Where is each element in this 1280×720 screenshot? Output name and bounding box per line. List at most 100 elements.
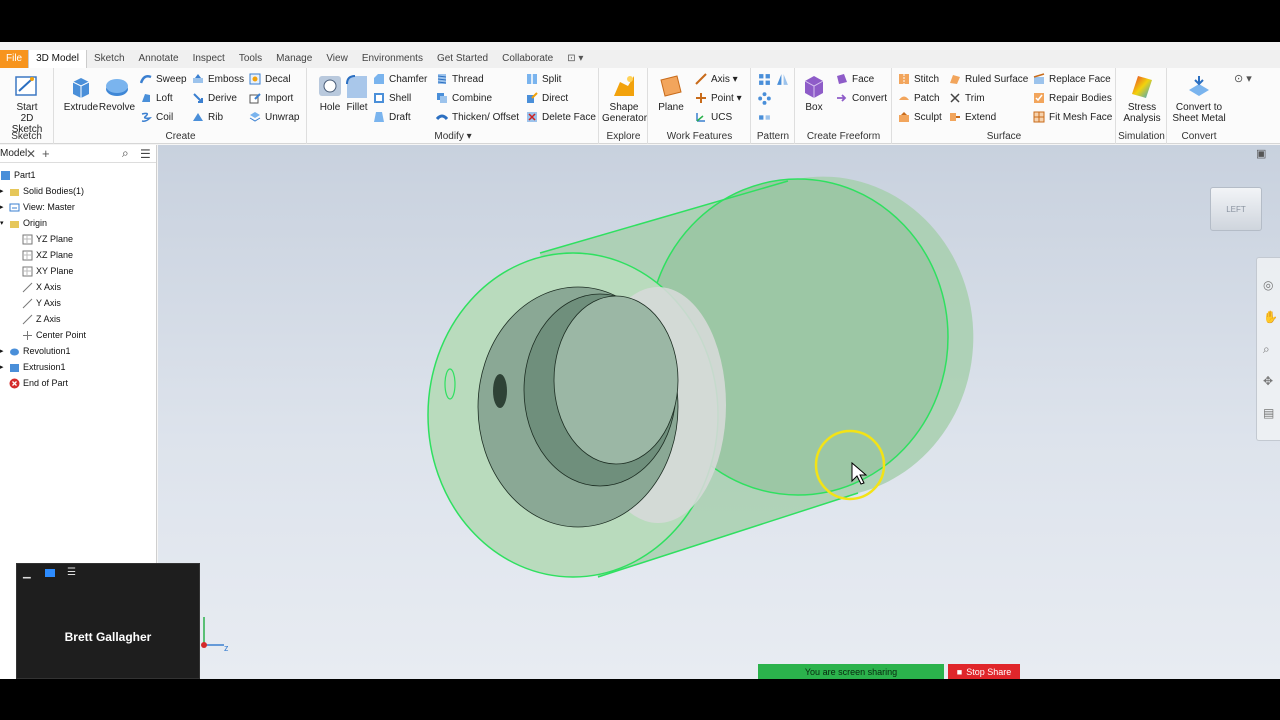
thicken-offset-button[interactable]: Thicken/ Offset — [436, 109, 519, 125]
add-tab-icon[interactable]: + — [42, 146, 50, 161]
tree-item-view-master[interactable]: ▸ View: Master — [0, 199, 75, 215]
trim-button[interactable]: Trim — [949, 90, 985, 106]
unwrap-button[interactable]: Unwrap — [249, 109, 299, 125]
ribbon-options-icon[interactable]: ⊡ ▾ — [560, 50, 590, 68]
tab-view[interactable]: View — [319, 50, 355, 68]
revolve-button[interactable]: Revolve — [95, 72, 139, 113]
tree-item-extrusion1[interactable]: ▸ Extrusion1 — [0, 359, 66, 375]
face-button[interactable]: Face — [836, 71, 874, 87]
tree-item-revolution1[interactable]: ▸ Revolution1 — [0, 343, 71, 359]
point-button[interactable]: Point ▾ — [695, 90, 742, 106]
tree-item-x-axis[interactable]: X Axis — [22, 279, 61, 295]
3d-model-view[interactable]: z — [158, 145, 1280, 679]
convert-to-sheet-metal-button[interactable]: Convert to Sheet Metal — [1171, 72, 1227, 124]
close-icon[interactable]: ✕ — [26, 147, 36, 161]
split-button[interactable]: Split — [526, 71, 561, 87]
steering-wheel-icon[interactable]: ◎ — [1263, 278, 1273, 292]
tree-item-center-point[interactable]: Center Point — [22, 327, 86, 343]
convert-button[interactable]: Convert — [836, 90, 887, 106]
stress-analysis-button[interactable]: Stress Analysis — [1120, 72, 1164, 124]
radial-hole[interactable] — [493, 374, 507, 408]
fit-mesh-face-button[interactable]: Fit Mesh Face — [1033, 109, 1112, 125]
draft-button[interactable]: Draft — [373, 109, 411, 125]
derive-button[interactable]: Derive — [192, 90, 237, 106]
search-icon[interactable]: ⌕ — [122, 146, 129, 161]
orbit-icon[interactable]: ✥ — [1263, 374, 1273, 388]
shape-generator-button[interactable]: Shape Generator — [602, 72, 647, 124]
decal-button[interactable]: Decal — [249, 71, 291, 87]
tree-item-xy-plane[interactable]: XY Plane — [22, 263, 73, 279]
ucs-button[interactable]: UCS — [695, 109, 732, 125]
tab-manage[interactable]: Manage — [269, 50, 319, 68]
expand-icon[interactable]: ▸ — [0, 347, 9, 355]
sculpt-button[interactable]: Sculpt — [898, 109, 942, 125]
coil-button[interactable]: Coil — [140, 109, 173, 125]
tab-collaborate[interactable]: Collaborate — [495, 50, 560, 68]
sketch-pattern-icon[interactable] — [758, 111, 771, 124]
shell-button[interactable]: Shell — [373, 90, 411, 106]
tree-item-yz-plane[interactable]: YZ Plane — [22, 231, 73, 247]
tree-item-y-axis[interactable]: Y Axis — [22, 295, 61, 311]
rectangular-pattern-icon[interactable] — [758, 73, 771, 86]
graphics-viewport[interactable]: z LEFT ▣ ◎ ✋ ⌕ ✥ ▤ — [158, 145, 1280, 679]
viewport-maximize-icon[interactable]: ▣ — [1256, 147, 1266, 160]
pan-icon[interactable]: ✋ — [1263, 310, 1278, 324]
tree-item-part1[interactable]: Part1 — [0, 167, 36, 183]
thread-button[interactable]: Thread — [436, 71, 484, 87]
loft-button[interactable]: Loft — [140, 90, 173, 106]
import-button[interactable]: Import — [249, 90, 293, 106]
expand-icon[interactable]: ▸ — [0, 203, 9, 211]
tab-environments[interactable]: Environments — [355, 50, 430, 68]
tree-item-end-of-part[interactable]: End of Part — [9, 375, 68, 391]
menu-icon[interactable]: ☰ — [140, 147, 151, 161]
delete-face-button[interactable]: Delete Face — [526, 109, 596, 125]
zoom-icon[interactable]: ⌕ — [1263, 342, 1270, 357]
patch-button[interactable]: Patch — [898, 90, 940, 106]
repair-bodies-button[interactable]: Repair Bodies — [1033, 90, 1112, 106]
sweep-button[interactable]: Sweep — [140, 71, 187, 87]
tree-item-origin[interactable]: ▾ Origin — [0, 215, 47, 231]
bore-inner[interactable] — [553, 295, 679, 465]
tab-annotate[interactable]: Annotate — [132, 50, 186, 68]
gallery-view-icon[interactable]: ☰ — [67, 567, 76, 578]
tree-item-solid-bodies[interactable]: ▸ Solid Bodies(1) — [0, 183, 84, 199]
collapse-icon[interactable]: ▾ — [0, 219, 9, 227]
emboss-button[interactable]: Emboss — [192, 71, 244, 87]
replace-face-button[interactable]: Replace Face — [1033, 71, 1111, 87]
tab-get-started[interactable]: Get Started — [430, 50, 495, 68]
box-button[interactable]: Box — [792, 72, 836, 113]
minimize-icon[interactable]: ▁ — [23, 568, 31, 579]
tree-item-xz-plane[interactable]: XZ Plane — [22, 247, 73, 263]
axis-button[interactable]: Axis ▾ — [695, 71, 738, 87]
stitch-button[interactable]: Stitch — [898, 71, 939, 87]
ucs-icon — [696, 113, 705, 122]
tab-sketch[interactable]: Sketch — [87, 50, 132, 68]
start-2d-sketch-button[interactable]: Start 2D Sketch — [5, 72, 49, 135]
circular-pattern-icon[interactable] — [758, 92, 771, 105]
repair-bodies-icon — [1034, 93, 1044, 103]
ribbon-settings-icon[interactable]: ⊙ ▾ — [1234, 72, 1252, 85]
import-icon — [249, 93, 261, 104]
speaker-view-icon[interactable] — [45, 569, 55, 577]
panel-title-modify[interactable]: Modify ▾ — [308, 131, 598, 142]
rib-button[interactable]: Rib — [192, 109, 223, 125]
viewcube[interactable]: LEFT — [1210, 187, 1262, 231]
panel-title-create: Create — [165, 131, 196, 142]
mirror-icon[interactable] — [776, 73, 789, 86]
tab-tools[interactable]: Tools — [232, 50, 269, 68]
direct-button[interactable]: Direct — [526, 90, 568, 106]
look-at-icon[interactable]: ▤ — [1263, 406, 1274, 420]
tab-3d-model[interactable]: 3D Model — [28, 50, 87, 68]
tab-file[interactable]: File — [0, 50, 29, 68]
stop-share-button[interactable]: ■ Stop Share — [948, 664, 1020, 679]
tree-item-z-axis[interactable]: Z Axis — [22, 311, 61, 327]
ruled-surface-button[interactable]: Ruled Surface — [949, 71, 1028, 87]
browser-tab-model[interactable]: Model — [0, 148, 27, 159]
tab-inspect[interactable]: Inspect — [186, 50, 232, 68]
expand-icon[interactable]: ▸ — [0, 363, 9, 371]
extend-button[interactable]: Extend — [949, 109, 996, 125]
expand-icon[interactable]: ▸ — [0, 187, 9, 195]
chamfer-button[interactable]: Chamfer — [373, 71, 427, 87]
plane-button[interactable]: Plane — [649, 72, 693, 113]
combine-button[interactable]: Combine — [436, 90, 492, 106]
